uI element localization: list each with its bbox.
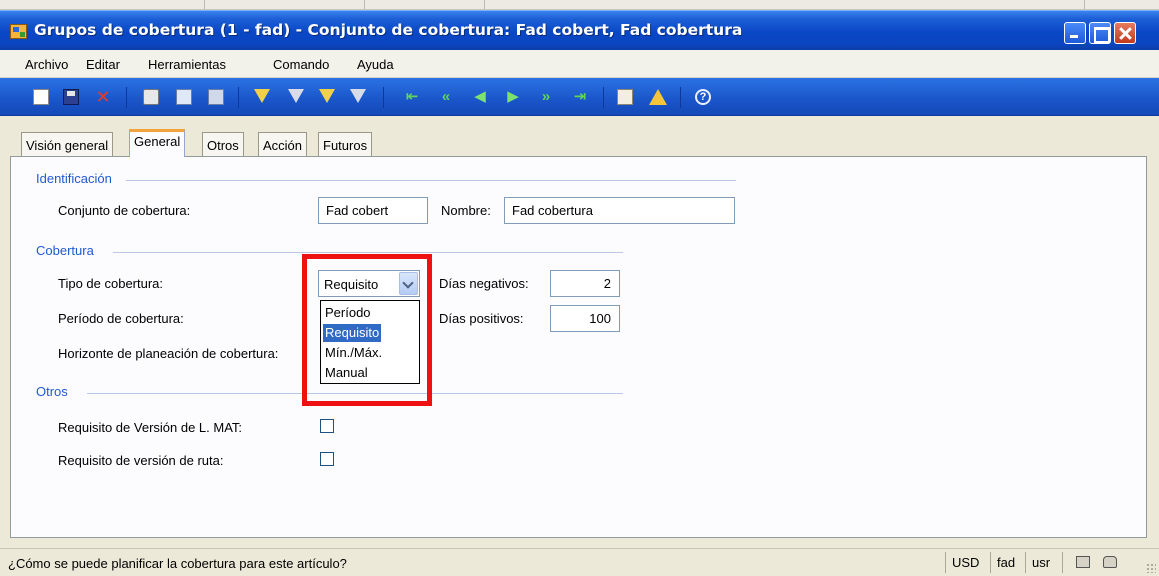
next-record-icon[interactable]: ▶ [505,89,521,105]
strip-segment [0,0,205,9]
print-icon[interactable] [143,89,159,105]
periodo-cobertura-label: Período de cobertura: [58,311,184,326]
advanced-filter-icon[interactable] [319,89,335,103]
previous-record-icon[interactable]: ◀ [472,89,488,105]
toolbar-separator [383,87,384,108]
lmat-label: Requisito de Versión de L. MAT: [58,420,243,435]
help-icon[interactable]: ? [695,89,711,105]
tipo-cobertura-label: Tipo de cobertura: [58,276,164,291]
background-strip [0,0,1159,10]
group-title-cobertura: Cobertura [36,243,100,258]
minimize-button[interactable] [1064,22,1086,44]
conjunto-field[interactable]: Fad cobert [318,197,428,224]
dias-negativos-label: Días negativos: [439,276,529,291]
toolbar: ✕ ⇤ « ◀ ▶ » ⇥ ? [0,78,1159,116]
nombre-label: Nombre: [441,203,491,218]
status-user: usr [1025,552,1056,573]
tab-general[interactable]: General [129,129,186,157]
dias-positivos-field[interactable]: 100 [550,305,620,332]
resize-grip[interactable] [1146,563,1156,573]
new-document-icon[interactable] [33,89,49,105]
strip-segment [365,0,485,9]
toolbar-separator [680,87,681,108]
menu-ayuda[interactable]: Ayuda [357,57,394,72]
toolbar-separator [238,87,239,108]
print-preview-icon[interactable] [176,89,192,105]
group-title-otros: Otros [36,384,74,399]
horizonte-label: Horizonte de planeación de cobertura: [58,346,279,361]
next-page-icon[interactable]: » [538,89,554,105]
menu-comando[interactable]: Comando [273,57,329,72]
filter-by-selection-icon[interactable] [254,89,270,103]
strip-segment [485,0,1085,9]
strip-segment [205,0,365,9]
alert-icon[interactable] [649,89,667,105]
save-icon[interactable] [63,89,79,105]
maximize-button[interactable] [1089,22,1111,44]
menu-herramientas[interactable]: Herramientas [148,57,226,72]
status-currency: USD [945,552,985,573]
first-record-icon[interactable]: ⇤ [404,89,420,105]
menu-bar: Archivo Editar Herramientas Comando Ayud… [0,50,1159,78]
database-icon[interactable] [1103,556,1117,568]
toolbar-separator [603,87,604,108]
conjunto-label: Conjunto de cobertura: [58,203,191,218]
app-icon[interactable] [10,24,27,39]
status-company: fad [990,552,1021,573]
tab-accion[interactable]: Acción [258,132,308,156]
ruta-label: Requisito de versión de ruta: [58,453,224,468]
report-icon[interactable] [208,89,224,105]
close-button[interactable] [1114,22,1136,44]
document-handling-icon[interactable] [617,89,633,105]
previous-page-icon[interactable]: « [438,89,454,105]
toolbar-separator [126,87,127,108]
printer-icon[interactable] [1076,556,1090,568]
delete-icon[interactable]: ✕ [95,88,111,106]
tab-futuros[interactable]: Futuros [318,132,373,156]
window-title: Grupos de cobertura (1 - fad) - Conjunto… [34,21,743,39]
remove-filter-icon[interactable] [350,89,366,103]
highlight-annotation [302,254,432,406]
menu-editar[interactable]: Editar [86,57,120,72]
status-bar: ¿Cómo se puede planificar la cobertura p… [0,548,1159,576]
title-bar: Grupos de cobertura (1 - fad) - Conjunto… [0,10,1159,50]
filter-icon[interactable] [288,89,304,103]
group-divider [113,252,623,253]
tab-otros[interactable]: Otros [202,132,244,156]
ruta-checkbox[interactable] [320,452,334,466]
menu-archivo[interactable]: Archivo [25,57,68,72]
group-divider [126,180,736,181]
tab-vision-general[interactable]: Visión general [21,132,114,156]
lmat-checkbox[interactable] [320,419,334,433]
last-record-icon[interactable]: ⇥ [572,89,588,105]
group-title-identificacion: Identificación [36,171,118,186]
status-help-text: ¿Cómo se puede planificar la cobertura p… [8,556,347,571]
dias-negativos-field[interactable]: 2 [550,270,620,297]
nombre-field[interactable]: Fad cobertura [504,197,735,224]
dias-positivos-label: Días positivos: [439,311,524,326]
